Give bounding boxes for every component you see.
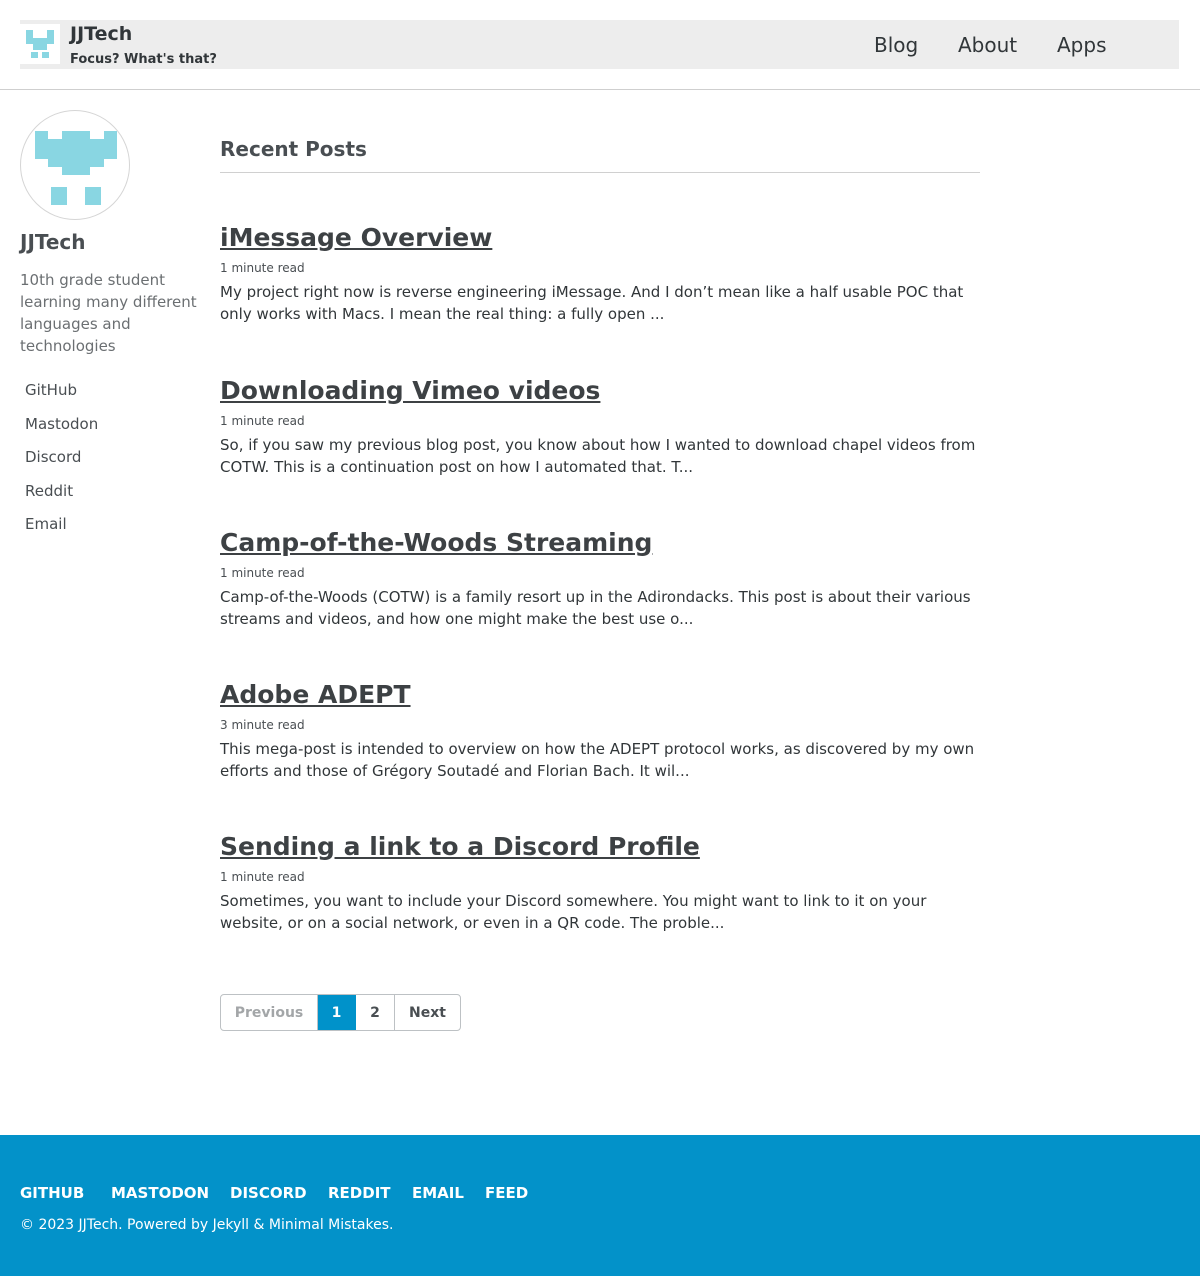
footer-link-github[interactable]: GITHUB <box>20 1184 84 1202</box>
nav-blog[interactable]: Blog <box>874 33 918 57</box>
next-page-button[interactable]: Next <box>395 995 460 1030</box>
post-excerpt: My project right now is reverse engineer… <box>220 283 964 323</box>
post-excerpt: This mega-post is intended to overview o… <box>220 740 975 780</box>
footer-link-email[interactable]: EMAIL <box>412 1184 464 1202</box>
page-2-button[interactable]: 2 <box>356 995 395 1030</box>
previous-page-button: Previous <box>221 995 318 1030</box>
footer-link-mastodon[interactable]: MASTODON <box>111 1184 209 1202</box>
post-item: Camp-of-the-Woods Streaming 1 minute rea… <box>220 526 990 630</box>
author-link-mastodon[interactable]: Mastodon <box>25 415 98 433</box>
post-excerpt: Sometimes, you want to include your Disc… <box>220 892 927 932</box>
post-excerpt: Camp-of-the-Woods (COTW) is a family res… <box>220 588 971 628</box>
post-title-link[interactable]: iMessage Overview <box>220 221 990 255</box>
post-title-link[interactable]: Sending a link to a Discord Profile <box>220 830 990 864</box>
post-read-time: 3 minute read <box>220 718 305 732</box>
heading-divider <box>220 172 980 173</box>
post-read-time: 1 minute read <box>220 870 305 884</box>
author-link-discord[interactable]: Discord <box>25 448 81 466</box>
author-link-email[interactable]: Email <box>25 515 67 533</box>
copyright-text: © 2023 JJTech. Powered by Jekyll & Minim… <box>20 1217 394 1233</box>
post-item: Downloading Vimeo videos 1 minute read S… <box>220 374 990 478</box>
page-footer: GITHUB MASTODON DISCORD REDDIT EMAIL FEE… <box>0 1135 1200 1276</box>
post-read-time: 1 minute read <box>220 414 305 428</box>
pagination: Previous 1 2 Next <box>220 994 461 1031</box>
author-link-reddit[interactable]: Reddit <box>25 482 73 500</box>
recent-posts-heading: Recent Posts <box>220 137 367 161</box>
post-excerpt: So, if you saw my previous blog post, yo… <box>220 436 976 476</box>
author-name: JJTech <box>20 230 86 254</box>
author-link-github[interactable]: GitHub <box>25 381 77 399</box>
masthead: JJTech Focus? What's that? Blog About Ap… <box>0 0 1200 90</box>
post-read-time: 1 minute read <box>220 566 305 580</box>
site-logo-icon[interactable] <box>20 24 60 64</box>
footer-link-discord[interactable]: DISCORD <box>230 1184 307 1202</box>
site-subtitle: Focus? What's that? <box>70 52 217 67</box>
post-item: Adobe ADEPT 3 minute read This mega-post… <box>220 678 990 782</box>
nav-about[interactable]: About <box>958 33 1017 57</box>
author-bio: 10th grade student learning many differe… <box>20 271 197 355</box>
footer-link-reddit[interactable]: REDDIT <box>328 1184 391 1202</box>
post-item: iMessage Overview 1 minute read My proje… <box>220 221 990 325</box>
post-title-link[interactable]: Camp-of-the-Woods Streaming <box>220 526 990 560</box>
post-item: Sending a link to a Discord Profile 1 mi… <box>220 830 990 934</box>
post-read-time: 1 minute read <box>220 261 305 275</box>
post-title-link[interactable]: Downloading Vimeo videos <box>220 374 990 408</box>
site-title[interactable]: JJTech <box>70 23 132 45</box>
page-1-button[interactable]: 1 <box>318 995 356 1030</box>
author-avatar <box>20 110 130 220</box>
nav-apps[interactable]: Apps <box>1057 33 1107 57</box>
footer-link-feed[interactable]: FEED <box>485 1184 528 1202</box>
post-title-link[interactable]: Adobe ADEPT <box>220 678 990 712</box>
